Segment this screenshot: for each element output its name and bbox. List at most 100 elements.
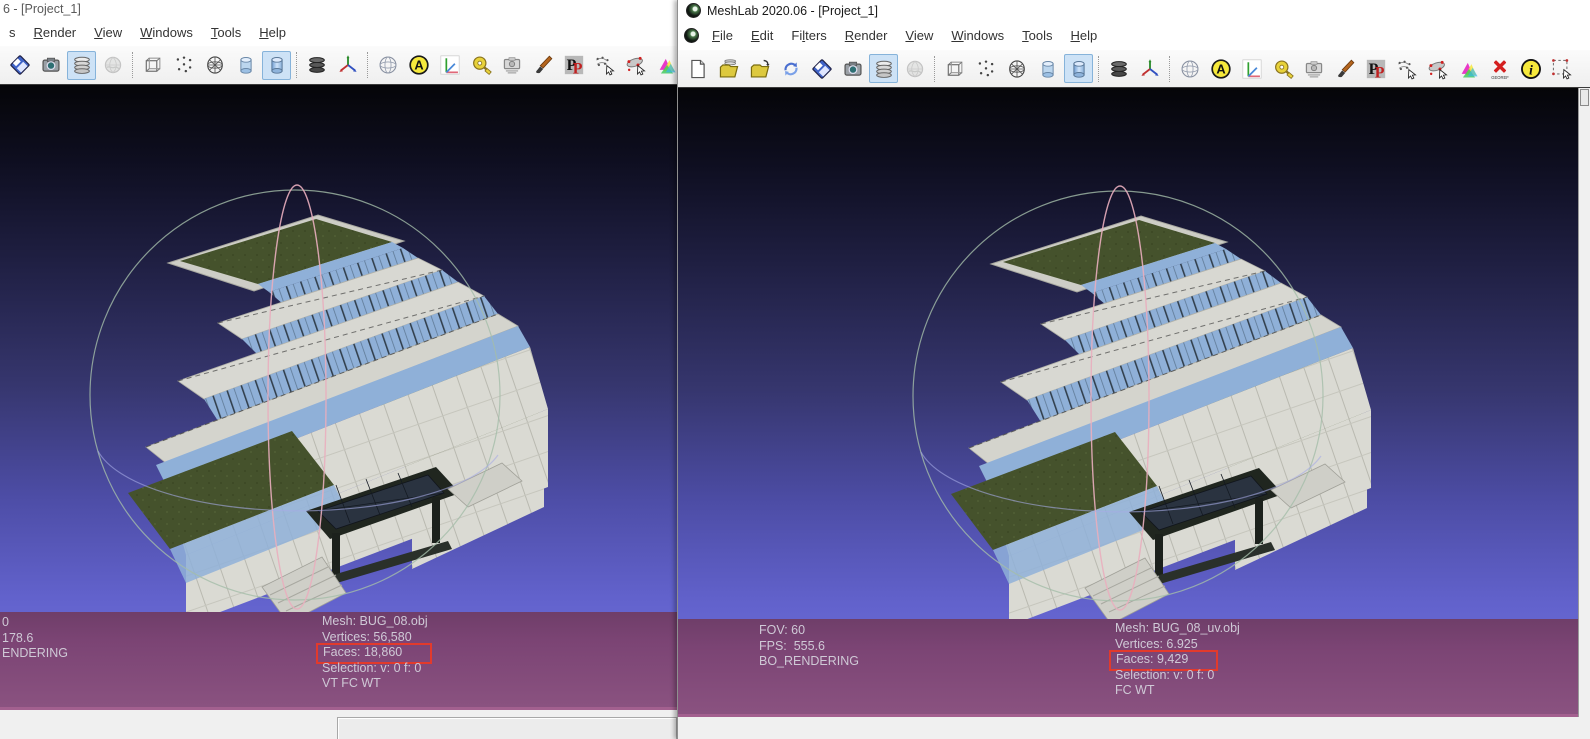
colorize-button[interactable] — [1454, 54, 1483, 83]
screen-select-icon — [1551, 58, 1573, 80]
status-panel — [337, 717, 677, 739]
align-tool-button[interactable] — [1423, 54, 1452, 83]
points-button[interactable] — [971, 54, 1000, 83]
titlebar[interactable]: MeshLab 2020.06 - [Project_1] — [678, 0, 1590, 21]
raster-align-icon — [1303, 58, 1325, 80]
radiance-button[interactable] — [1392, 54, 1421, 83]
pp-tool-button[interactable]: PP — [1361, 54, 1390, 83]
texture-globe-icon — [102, 54, 124, 76]
menu-item-tools[interactable]: Tools — [1013, 25, 1061, 46]
hud-line: BO_RENDERING — [759, 654, 859, 670]
building-mesh-model[interactable] — [50, 155, 570, 667]
right-scroll-strip[interactable] — [1578, 88, 1590, 717]
new-document-icon — [687, 58, 709, 80]
bbox-button[interactable] — [940, 54, 969, 83]
pp-tool-button[interactable]: PP — [559, 51, 588, 80]
raster-align-button[interactable] — [1299, 54, 1328, 83]
points-icon — [975, 58, 997, 80]
open-project-button[interactable] — [714, 54, 743, 83]
hud-render-stats: 0178.6ENDERING — [2, 615, 68, 662]
radiance-button[interactable] — [590, 51, 619, 80]
menu-item-edit[interactable]: Edit — [742, 25, 782, 46]
axis-triad-icon — [1241, 58, 1263, 80]
menu-item-help[interactable]: Help — [250, 22, 295, 43]
menu-item-file[interactable]: File — [703, 25, 742, 46]
save-button[interactable] — [807, 54, 836, 83]
transform-axes-button[interactable] — [1135, 54, 1164, 83]
viewport-3d[interactable]: 0178.6ENDERING Mesh: BUG_08.objVertices:… — [0, 85, 677, 710]
menu-item-tools[interactable]: Tools — [202, 22, 250, 43]
transform-axes-button[interactable] — [333, 51, 362, 80]
hud-line: VT FC WT — [322, 676, 432, 692]
menu-item-view[interactable]: View — [896, 25, 942, 46]
new-document-button[interactable] — [683, 54, 712, 83]
raster-align-button[interactable] — [497, 51, 526, 80]
wireframe-button[interactable] — [200, 51, 229, 80]
axis-triad-button[interactable] — [435, 51, 464, 80]
paint-brush-button[interactable] — [528, 51, 557, 80]
meshlab-window-left: 6 - [Project_1] sRenderViewWindowsToolsH… — [0, 0, 677, 739]
menu-item-view[interactable]: View — [85, 22, 131, 43]
paint-brush-button[interactable] — [1330, 54, 1359, 83]
snapshot-button[interactable] — [36, 51, 65, 80]
building-mesh-model[interactable] — [873, 156, 1393, 668]
toolbar: A PP — [0, 46, 677, 85]
layer-stack-icon — [1108, 58, 1130, 80]
layers-button[interactable] — [869, 54, 898, 83]
import-mesh-button[interactable] — [745, 54, 774, 83]
georef-icon: GEOREF — [1489, 58, 1511, 80]
hud-mesh-stats: Mesh: BUG_08.objVertices: 56,580Faces: 1… — [322, 614, 432, 692]
georef-button[interactable]: GEOREF — [1485, 54, 1514, 83]
paint-brush-icon — [532, 54, 554, 76]
svg-text:P: P — [1374, 64, 1384, 79]
layers-button[interactable] — [67, 51, 96, 80]
viewport-3d[interactable]: FOV: 60FPS: 555.6BO_RENDERING Mesh: BUG_… — [678, 88, 1578, 717]
menu-item-render[interactable]: Render — [836, 25, 897, 46]
reload-button[interactable] — [776, 54, 805, 83]
align-tool-button[interactable] — [621, 51, 650, 80]
points-button[interactable] — [169, 51, 198, 80]
hud-line: Selection: v: 0 f: 0 — [322, 661, 432, 677]
axis-triad-button[interactable] — [1237, 54, 1266, 83]
measure-tape-button[interactable] — [1268, 54, 1297, 83]
bbox-button[interactable] — [138, 51, 167, 80]
snapshot-button[interactable] — [838, 54, 867, 83]
hud-mesh-stats: Mesh: BUG_08_uv.objVertices: 6.925Faces:… — [1115, 621, 1240, 699]
save-button[interactable] — [5, 51, 34, 80]
flat-shading-button[interactable] — [1033, 54, 1062, 83]
radiance-icon — [1396, 58, 1418, 80]
info-button[interactable]: i — [1516, 54, 1545, 83]
hud-render-stats: FOV: 60FPS: 555.6BO_RENDERING — [759, 623, 859, 670]
trackball-button[interactable] — [1175, 54, 1204, 83]
hud-line: 0 — [2, 615, 68, 631]
hud-line: FC WT — [1115, 683, 1240, 699]
screen-select-button[interactable] — [1547, 54, 1576, 83]
align-tool-icon — [1427, 58, 1449, 80]
toolbar: A PP GEOREFi — [678, 50, 1590, 88]
menu-item-help[interactable]: Help — [1061, 25, 1106, 46]
save-icon — [811, 58, 833, 80]
meshlab-logo-icon — [686, 3, 701, 18]
hud-line-faces: Faces: 18,860 — [322, 645, 432, 661]
texture-globe-icon — [904, 58, 926, 80]
smooth-shading-button[interactable] — [262, 51, 291, 80]
menu-item-filters[interactable]: Filters — [782, 25, 835, 46]
wireframe-button[interactable] — [1002, 54, 1031, 83]
flat-shading-button[interactable] — [231, 51, 260, 80]
text-annotation-button[interactable]: A — [1206, 54, 1235, 83]
menu-item-s[interactable]: s — [0, 22, 25, 43]
viewport-info-band: 0178.6ENDERING Mesh: BUG_08.objVertices:… — [0, 612, 677, 710]
smooth-shading-button[interactable] — [1064, 54, 1093, 83]
layer-stack-button[interactable] — [1104, 54, 1133, 83]
measure-tape-button[interactable] — [466, 51, 495, 80]
menu-item-render[interactable]: Render — [25, 22, 86, 43]
text-annotation-button[interactable]: A — [404, 51, 433, 80]
bbox-icon — [142, 54, 164, 76]
trackball-button[interactable] — [373, 51, 402, 80]
menu-item-windows[interactable]: Windows — [131, 22, 202, 43]
toolbar-separator — [292, 50, 301, 80]
layer-stack-button[interactable] — [302, 51, 331, 80]
menu-item-windows[interactable]: Windows — [942, 25, 1013, 46]
scroll-thumb[interactable] — [1580, 89, 1589, 106]
titlebar[interactable]: 6 - [Project_1] — [0, 0, 677, 18]
